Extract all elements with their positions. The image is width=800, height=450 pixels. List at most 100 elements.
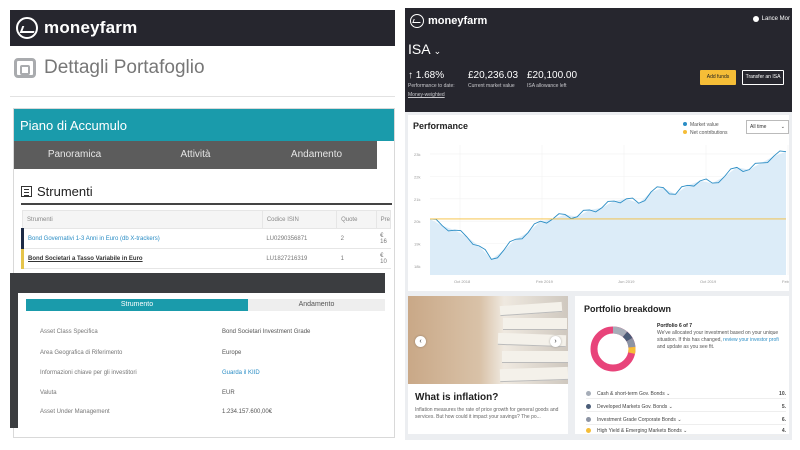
add-funds-button[interactable]: Add funds xyxy=(700,70,736,85)
stat-market-value: £20,236.03 Current market value xyxy=(468,70,518,90)
brand-name: moneyfarm xyxy=(428,15,488,27)
stat-label: Current market value xyxy=(468,83,515,89)
legend-label: Market value xyxy=(690,122,719,128)
next-icon[interactable]: › xyxy=(550,336,561,347)
review-profile-link[interactable]: review your investor profi xyxy=(723,337,779,343)
portfolio-breakdown-card: Portfolio breakdown Portfolio 6 of 7 We'… xyxy=(575,296,792,436)
prev-icon[interactable]: ‹ xyxy=(415,336,426,347)
allocation-pct: 6. xyxy=(781,417,786,423)
page-header: Dettagli Portafoglio xyxy=(10,46,395,90)
instrument-link[interactable]: Bond Societari a Tasso Variabile in Euro xyxy=(28,256,143,262)
portfolio-description: Portfolio 6 of 7 We've allocated your in… xyxy=(657,323,792,351)
account-name: ISA xyxy=(408,41,431,57)
x-tick-label: Jun 2019 xyxy=(618,279,635,284)
detail-key: Informazioni chiave per gli investitori xyxy=(40,370,137,376)
legend-label: Net contributions xyxy=(690,130,728,136)
money-weighted-link[interactable]: Money-weighted xyxy=(408,92,455,99)
detail-key: Valuta xyxy=(40,390,57,396)
section-title: Strumenti xyxy=(37,183,93,199)
stat-label: Performance to date: xyxy=(408,83,455,89)
kiid-link[interactable]: Guarda il KIID xyxy=(222,370,372,376)
table-row[interactable]: Bond Governativi 1-3 Anni in Euro (db X-… xyxy=(21,228,391,249)
stat-isa-allowance: £20,100.00 ISA allowance left xyxy=(527,70,577,90)
isin-cell: LU1827216319 xyxy=(262,248,337,269)
instrument-link[interactable]: Bond Governativi 1-3 Anni in Euro (db X-… xyxy=(28,236,160,242)
chart-legend: Market value Net contributions xyxy=(683,121,728,137)
tab-panoramica[interactable]: Panoramica xyxy=(14,141,135,169)
allocation-pct: 10. xyxy=(779,391,786,397)
quote-cell: 1 xyxy=(336,248,377,269)
y-tick-label: 19k xyxy=(414,242,420,247)
performance-card: Performance Market value Net contributio… xyxy=(408,115,789,291)
x-tick-label: Oct 2018 xyxy=(454,279,471,284)
row-name-cell: Bond Governativi 1-3 Anni in Euro (db X-… xyxy=(21,228,263,249)
legend-item: Market value xyxy=(683,121,728,129)
row-name-cell: Bond Societari a Tasso Variabile in Euro xyxy=(21,248,263,269)
market-value-area xyxy=(430,151,786,275)
chevron-down-icon: ⌄ xyxy=(780,124,785,130)
account-header: moneyfarm Lance Mor ISA ⌄ ↑ 1.68% Perform… xyxy=(405,8,792,112)
moneyfarm-logo-icon xyxy=(410,14,424,28)
col-header: Strumenti xyxy=(22,210,263,229)
time-range-value: All time xyxy=(750,124,767,130)
stat-value: £20,100.00 xyxy=(527,70,578,81)
article-excerpt: Inflation measures the rate of price gro… xyxy=(415,407,559,420)
allocation-name: High Yield & Emerging Markets Bonds ⌄ xyxy=(597,428,688,434)
newspaper-photo: ‹ › xyxy=(408,296,568,384)
tab-andamento-detail[interactable]: Andamento xyxy=(248,299,385,311)
user-name: Lance Mor xyxy=(761,16,790,22)
breakdown-title: Portfolio breakdown xyxy=(584,304,672,314)
time-range-select[interactable]: All time ⌄ xyxy=(746,120,789,134)
right-screenshot: moneyfarm Lance Mor ISA ⌄ ↑ 1.68% Perform… xyxy=(405,8,792,440)
allocation-pct: 5. xyxy=(781,404,786,410)
brand: moneyfarm xyxy=(410,14,487,28)
instrument-detail-card: Strumento Andamento Asset Class Specific… xyxy=(18,293,385,428)
allocation-row[interactable]: Developed Markets Gov. Bonds ⌄ 5. xyxy=(586,402,786,412)
article-title: What is inflation? xyxy=(415,392,499,403)
x-tick-label: Oct 2019 xyxy=(700,279,717,284)
inflation-article-card[interactable]: ‹ › What is inflation? Inflation measure… xyxy=(408,296,568,434)
performance-chart: 23k 22k 21k 20k 19k 18k Oct 2018 Feb 2019 Jun 20… xyxy=(414,145,789,284)
y-tick-label: 21k xyxy=(414,197,420,202)
tab-andamento[interactable]: Andamento xyxy=(256,141,377,169)
y-tick-label: 23k xyxy=(414,152,420,157)
detail-key: Asset Under Management xyxy=(40,409,110,415)
col-header: Quote xyxy=(336,210,377,229)
detail-value: EUR xyxy=(222,390,235,396)
price-cell: € 16 xyxy=(376,228,391,249)
wallet-icon xyxy=(14,58,36,78)
account-selector[interactable]: ISA ⌄ xyxy=(408,41,441,57)
section-header: Strumenti xyxy=(21,183,394,199)
allocation-name: Cash & short-term Gov. Bonds ⌄ xyxy=(597,391,671,397)
detail-value: Bond Societari Investment Grade xyxy=(222,329,311,335)
section-underline xyxy=(21,203,392,205)
legend-dot xyxy=(683,122,687,126)
table-row[interactable]: Bond Societari a Tasso Variabile in Euro… xyxy=(21,248,391,269)
portfolio-text: and update as you see fit. xyxy=(657,344,715,350)
detail-value: 1.234.157.600,00€ xyxy=(222,409,273,415)
allocation-dot xyxy=(586,428,591,433)
price-cell: € 10 xyxy=(376,248,391,269)
allocation-row[interactable]: Cash & short-term Gov. Bonds ⌄ 10. xyxy=(586,389,786,399)
stat-value: £20,236.03 xyxy=(468,70,519,81)
brand-name: moneyfarm xyxy=(44,18,138,37)
allocation-row[interactable]: High Yield & Emerging Markets Bonds ⌄ 4. xyxy=(586,426,786,436)
col-header: Codice ISIN xyxy=(261,210,338,229)
user-icon xyxy=(752,16,759,22)
x-tick-label: Feb 2020 xyxy=(782,279,789,284)
legend-item: Net contributions xyxy=(683,129,728,137)
stat-label: ISA allowance left xyxy=(527,83,567,89)
tab-strumento[interactable]: Strumento xyxy=(26,299,248,311)
tab-attivita[interactable]: Attività xyxy=(135,141,256,169)
chevron-down-icon: ⌄ xyxy=(433,46,442,56)
user-menu[interactable]: Lance Mor xyxy=(752,16,790,22)
allocation-pct: 4. xyxy=(781,428,786,434)
allocation-row[interactable]: Investment Grade Corporate Bonds ⌄ 6. xyxy=(586,415,786,425)
allocation-donut-chart xyxy=(590,326,636,372)
allocation-name: Developed Markets Gov. Bonds ⌄ xyxy=(597,404,673,410)
transfer-isa-button[interactable]: Transfer an ISA xyxy=(742,70,784,85)
detail-value: Europe xyxy=(222,350,242,356)
stat-value: ↑ 1.68% xyxy=(408,70,445,81)
allocation-dot xyxy=(586,417,591,422)
detail-key: Area Geografica di Riferimento xyxy=(40,350,123,356)
